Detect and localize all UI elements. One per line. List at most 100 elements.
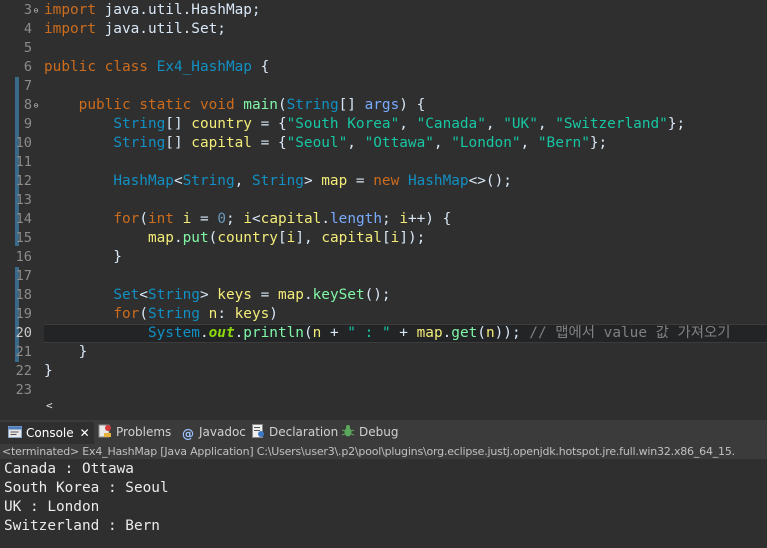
scroll-left-arrow-icon[interactable]: < [46,398,53,413]
code-line[interactable]: for(int i = 0; i<capital.length; i++) { [44,210,451,229]
code-area[interactable]: import java.util.HashMap; import java.uti… [44,0,767,398]
tab-problems[interactable]: Problems [98,420,171,444]
code-token: <>(); [468,173,512,189]
code-token: , [537,116,556,132]
code-token: ( [208,230,218,246]
line-number: 17 [15,268,32,284]
code-line[interactable]: map.put(country[i], capital[i]); [44,229,425,248]
fold-toggle-icon[interactable]: ⊖ [32,96,40,115]
code-token: . [303,287,313,303]
code-token: . [321,211,330,227]
code-token: "Seoul" [286,135,348,151]
code-token: String [286,97,339,113]
code-token: i [399,211,408,227]
code-token: java.util.HashMap; [95,2,261,18]
code-token: > [303,173,322,189]
line-number: 20 [15,325,32,341]
tab-console[interactable]: Console ✕ [0,420,94,444]
code-token: > [199,287,218,303]
close-icon[interactable]: ✕ [80,426,90,440]
code-token: ; [226,211,244,227]
code-line[interactable]: Set<String> keys = map.keySet(); [44,286,390,305]
code-token: "South Korea" [286,116,400,132]
code-token: } [44,249,122,265]
line-number: 8 [23,97,32,113]
code-token: [] [165,116,192,132]
code-token: args [364,97,400,113]
code-line[interactable]: for(String n: keys) [44,305,278,324]
code-line[interactable]: } [44,343,88,362]
process-status-line: <terminated> Ex4_HashMap [Java Applicati… [0,444,767,459]
code-token: ( [139,306,148,322]
code-token: , [234,173,252,189]
code-token: String [113,135,166,151]
code-token: put [182,230,209,246]
code-token: ( [139,211,148,227]
line-number-gutter: 3 ⊖ 4 5 6 7 8 ⊖ 9 10 11 12 13 14 15 16 17 18 19 20 21 22 23 [0,0,40,398]
code-token: // 맵에서 value 값 가져오기 [529,325,731,341]
code-token: "UK" [503,116,538,132]
code-token: ], [295,230,322,246]
code-line[interactable]: String[] capital = {"Seoul", "Ottawa", "… [44,134,607,153]
tab-console-label: Console [26,426,74,440]
console-output[interactable]: Canada : Ottawa South Korea : Seoul UK :… [4,460,767,536]
javadoc-icon: @ [182,427,194,441]
code-token: < [173,173,183,189]
line-number: 6 [23,59,32,75]
line-number: 14 [15,211,32,227]
current-code-line[interactable]: System.out.println(n + " : " + map.get(n… [44,324,767,343]
code-token: i [286,230,296,246]
line-number: 21 [15,344,32,360]
code-token: i [390,230,400,246]
console-output-line: South Korea : Seoul [4,480,169,496]
problems-icon [98,422,112,438]
code-token: keySet [312,287,365,303]
code-token: ( [477,325,486,341]
tab-javadoc-label: Javadoc [199,425,246,439]
fold-toggle-icon[interactable]: ⊖ [32,1,40,20]
code-token: map [277,287,304,303]
code-line[interactable]: HashMap<String, String> map = new HashMa… [44,172,512,191]
code-line[interactable]: public static void main(String[] args) { [44,96,426,115]
code-line[interactable]: } [44,362,53,381]
code-token: length [330,211,382,227]
code-line[interactable]: } [44,248,122,267]
code-token: ( [303,325,313,341]
code-token: ; [381,211,400,227]
code-line[interactable]: String[] country = {"South Korea", "Cana… [44,115,685,134]
code-token: , [520,135,538,151]
code-token: = [347,173,374,189]
code-token: String [147,287,200,303]
line-number: 23 [15,382,32,398]
code-token: : [217,306,235,322]
tab-javadoc[interactable]: @ Javadoc [181,420,246,444]
code-token: capital [260,211,322,227]
code-line[interactable]: import java.util.Set; [44,20,226,39]
tab-debug[interactable]: Debug [341,420,398,444]
line-number: 18 [15,287,32,303]
line-number: 5 [23,40,32,56]
code-line[interactable]: import java.util.HashMap; [44,1,261,20]
tab-debug-label: Debug [359,425,399,439]
code-editor[interactable]: 3 ⊖ 4 5 6 7 8 ⊖ 9 10 11 12 13 14 15 16 17 18 19 20 21 22 23 im… [0,0,767,413]
tab-declaration[interactable]: Declaration [251,420,338,444]
code-token: void [199,97,235,113]
horizontal-scrollbar[interactable]: < [40,398,767,413]
code-token: "Bern" [537,135,590,151]
code-token: println [243,325,304,341]
code-line[interactable]: public class Ex4_HashMap { [44,58,269,77]
code-token: ) [269,306,278,322]
code-token: )); [494,325,530,341]
console-output-line: Switzerland : Bern [4,518,160,534]
code-token: "Switzerland" [555,116,668,132]
code-token: }; [667,116,686,132]
tab-problems-label: Problems [116,425,172,439]
code-token: map [321,173,348,189]
